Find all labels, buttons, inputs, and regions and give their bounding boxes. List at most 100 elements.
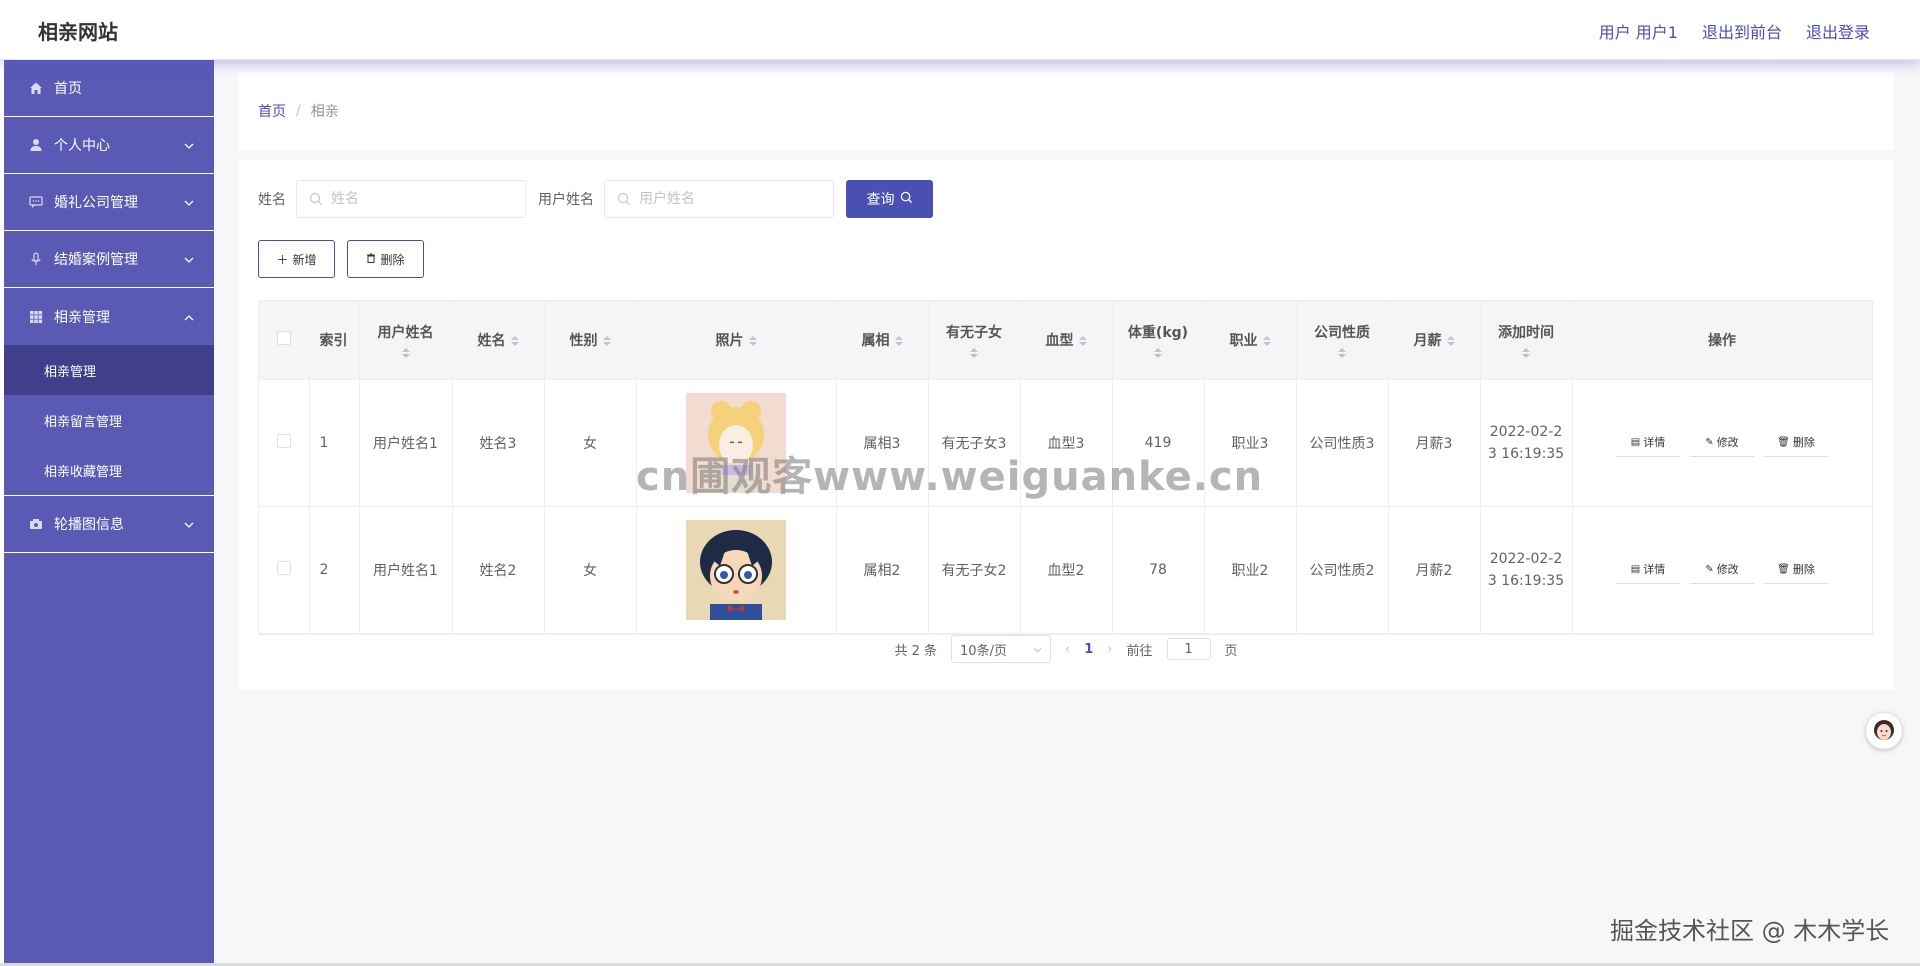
top-header: 相亲网站 用户 用户1 退出到前台 退出登录 (0, 0, 1920, 60)
sidebar-item-wedding-cases[interactable]: 结婚案例管理 (4, 231, 214, 288)
sort-icon[interactable] (894, 335, 903, 346)
column-header-zodiac[interactable]: 属相 (836, 301, 929, 380)
sidebar-item-matchmaking[interactable]: 相亲管理 (4, 288, 214, 345)
detail-button-label: 详情 (1643, 436, 1666, 449)
sidebar-item-personal-center[interactable]: 个人中心 (4, 117, 214, 174)
search-icon (309, 192, 323, 206)
select-all-checkbox[interactable] (276, 330, 291, 345)
column-header-username[interactable]: 用户姓名 (359, 301, 453, 380)
next-page-button[interactable]: › (1107, 642, 1112, 657)
batch-delete-button[interactable]: 删除 (347, 240, 424, 278)
delete-button[interactable]: 🗑 删除 (1764, 428, 1828, 457)
column-header-gender[interactable]: 性别 (544, 301, 637, 380)
cell-salary: 月薪3 (1388, 379, 1481, 507)
cell-gender: 女 (544, 506, 637, 634)
row-actions: ▤ 详情 ✎ 修改 🗑 删除 (1573, 555, 1872, 584)
goto-page-input[interactable] (1166, 638, 1211, 660)
edit-button[interactable]: ✎ 修改 (1690, 555, 1754, 584)
page-number[interactable]: 1 (1084, 642, 1093, 657)
sort-icon[interactable] (1154, 347, 1162, 358)
column-header-salary[interactable]: 月薪 (1388, 301, 1481, 380)
app-title: 相亲网站 (38, 20, 118, 44)
plus-icon: ＋ (276, 252, 289, 267)
column-header-label: 月薪 (1413, 332, 1442, 349)
goto-label: 前往 (1126, 643, 1153, 659)
exit-to-front-link[interactable]: 退出到前台 (1702, 19, 1782, 43)
sort-icon[interactable] (1446, 335, 1455, 346)
page-size-value: 10条/页 (960, 643, 1007, 659)
profile-photo[interactable] (686, 392, 786, 493)
cell-company: 公司性质3 (1296, 379, 1389, 507)
sort-icon[interactable] (510, 335, 519, 346)
username-search-input[interactable] (639, 191, 819, 207)
name-search-input[interactable] (331, 191, 511, 207)
sort-icon[interactable] (1262, 335, 1271, 346)
username-filter-label: 用户姓名 (538, 192, 594, 208)
edit-icon: ✎ (1705, 563, 1714, 575)
sort-icon[interactable] (602, 335, 611, 346)
name-search-field (296, 180, 526, 218)
page-size-select[interactable]: 10条/页 (951, 635, 1052, 663)
sidebar-subitem-favorites[interactable]: 相亲收藏管理 (4, 445, 214, 495)
column-header-time[interactable]: 添加时间 (1480, 301, 1573, 380)
row-checkbox[interactable] (276, 433, 291, 448)
chevron-down-icon (184, 517, 194, 531)
cell-zodiac: 属相2 (836, 506, 929, 634)
grid-icon (28, 309, 44, 325)
edit-icon: ✎ (1705, 436, 1714, 448)
cell-username: 用户姓名1 (359, 506, 453, 634)
time-text: 2022-02-23 16:19:35 (1487, 550, 1565, 589)
column-header-children[interactable]: 有无子女 (928, 301, 1021, 380)
name-filter-label: 姓名 (258, 192, 286, 208)
cell-weight: 78 (1112, 506, 1205, 634)
column-header-job[interactable]: 职业 (1204, 301, 1297, 380)
data-table: 索引 用户姓名 姓名 性别 照片 属相 有无子女 血型 体重(kg) 职业 公司… (258, 300, 1873, 635)
sidebar-subitem-matchmaking[interactable]: 相亲管理 (4, 345, 214, 395)
sort-icon[interactable] (401, 347, 410, 358)
column-header-photo[interactable]: 照片 (636, 301, 837, 380)
column-header-company[interactable]: 公司性质 (1296, 301, 1389, 380)
detail-button[interactable]: ▤ 详情 (1616, 555, 1680, 584)
delete-button[interactable]: 🗑 删除 (1764, 555, 1828, 584)
profile-photo[interactable] (686, 519, 786, 620)
add-button-label: 新增 (292, 252, 317, 267)
search-icon (617, 192, 631, 206)
detail-button[interactable]: ▤ 详情 (1616, 428, 1680, 457)
column-header-index: 索引 (309, 301, 360, 380)
delete-button-label: 删除 (380, 252, 405, 267)
column-header-label: 属相 (861, 332, 890, 349)
sort-icon[interactable] (1078, 335, 1087, 346)
trash-icon: 🗑 (1777, 563, 1790, 575)
edit-button[interactable]: ✎ 修改 (1690, 428, 1754, 457)
sort-icon[interactable] (970, 347, 978, 358)
sort-icon[interactable] (748, 335, 757, 346)
prev-page-button[interactable]: ‹ (1065, 642, 1070, 657)
sort-icon[interactable] (1522, 347, 1530, 358)
floating-assistant-avatar[interactable] (1866, 713, 1902, 749)
sidebar-item-home[interactable]: 首页 (4, 60, 214, 117)
column-header-blood[interactable]: 血型 (1020, 301, 1113, 380)
breadcrumb: 首页 / 相亲 (238, 72, 1894, 150)
edit-button-label: 修改 (1716, 436, 1739, 449)
home-icon (28, 80, 44, 96)
row-checkbox[interactable] (276, 560, 291, 575)
column-header-name[interactable]: 姓名 (452, 301, 545, 380)
logout-link[interactable]: 退出登录 (1806, 19, 1870, 43)
sort-icon[interactable] (1338, 347, 1346, 358)
column-header-label: 添加时间 (1498, 324, 1554, 341)
user-icon (28, 137, 44, 153)
sidebar-group-matchmaking: 相亲管理 相亲管理 相亲留言管理 相亲收藏管理 (4, 288, 214, 496)
edit-button-label: 修改 (1716, 563, 1739, 576)
sidebar-item-wedding-company[interactable]: 婚礼公司管理 (4, 174, 214, 231)
query-button[interactable]: 查询 (846, 180, 933, 218)
cell-job: 职业3 (1204, 379, 1297, 507)
column-header-weight[interactable]: 体重(kg) (1112, 301, 1205, 380)
cell-index: 2 (309, 506, 360, 634)
sidebar-subitem-messages[interactable]: 相亲留言管理 (4, 395, 214, 445)
column-header-label: 操作 (1708, 332, 1736, 349)
breadcrumb-home[interactable]: 首页 (258, 101, 286, 121)
sidebar-submenu: 相亲管理 相亲留言管理 相亲收藏管理 (4, 345, 214, 495)
add-button[interactable]: ＋ 新增 (258, 240, 335, 278)
total-count: 共 2 条 (894, 643, 938, 659)
sidebar-item-carousel[interactable]: 轮播图信息 (4, 496, 214, 553)
